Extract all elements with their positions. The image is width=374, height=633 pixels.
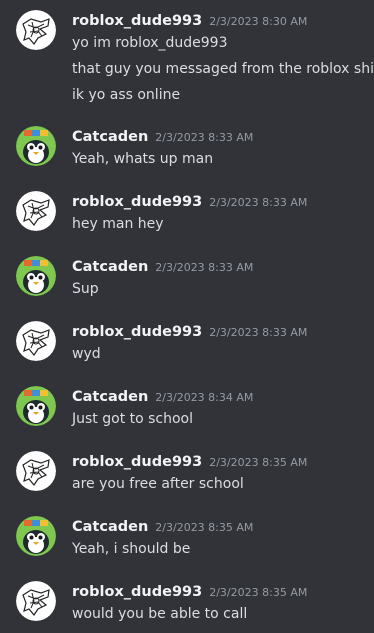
timestamp: 2/3/2023 8:35 AM (155, 521, 254, 534)
message-text: Yeah, whats up man (72, 151, 214, 167)
penguin-avatar-icon[interactable] (16, 516, 56, 556)
sketch-avatar-icon[interactable] (16, 581, 56, 621)
message-text: are you free after school (72, 476, 244, 492)
timestamp: 2/3/2023 8:33 AM (209, 196, 308, 209)
message-text: would you be able to call (72, 606, 248, 622)
timestamp: 2/3/2023 8:33 AM (155, 131, 254, 144)
penguin-avatar-icon[interactable] (16, 386, 56, 426)
timestamp: 2/3/2023 8:35 AM (209, 456, 308, 469)
sketch-avatar-icon[interactable] (16, 10, 56, 50)
sketch-avatar-icon[interactable] (16, 451, 56, 491)
username[interactable]: Catcaden (72, 256, 148, 278)
chat-messages: roblox_dude993 2/3/2023 8:30 AM yo im ro… (0, 0, 374, 633)
message-text: Just got to school (72, 411, 194, 427)
username[interactable]: Catcaden (72, 516, 148, 538)
username[interactable]: roblox_dude993 (72, 581, 202, 603)
timestamp: 2/3/2023 8:35 AM (209, 586, 308, 599)
username[interactable]: roblox_dude993 (72, 191, 202, 213)
username[interactable]: Catcaden (72, 126, 148, 148)
message-text: ik yo ass online (72, 87, 181, 103)
penguin-avatar-icon[interactable] (16, 126, 56, 166)
timestamp: 2/3/2023 8:34 AM (155, 391, 254, 404)
message-text: that guy you messaged from the roblox sh… (72, 61, 374, 77)
message-text: hey man hey (72, 216, 164, 232)
penguin-avatar-icon[interactable] (16, 256, 56, 296)
username[interactable]: Catcaden (72, 386, 148, 408)
sketch-avatar-icon[interactable] (16, 191, 56, 231)
timestamp: 2/3/2023 8:33 AM (209, 326, 308, 339)
username[interactable]: roblox_dude993 (72, 10, 202, 32)
message-text: yo im roblox_dude993 (72, 35, 228, 51)
message-text: Sup (72, 281, 99, 297)
timestamp: 2/3/2023 8:33 AM (155, 261, 254, 274)
sketch-avatar-icon[interactable] (16, 321, 56, 361)
message-text: wyd (72, 346, 101, 362)
timestamp: 2/3/2023 8:30 AM (209, 15, 308, 28)
username[interactable]: roblox_dude993 (72, 451, 202, 473)
username[interactable]: roblox_dude993 (72, 321, 202, 343)
message-text: Yeah, i should be (72, 541, 191, 557)
